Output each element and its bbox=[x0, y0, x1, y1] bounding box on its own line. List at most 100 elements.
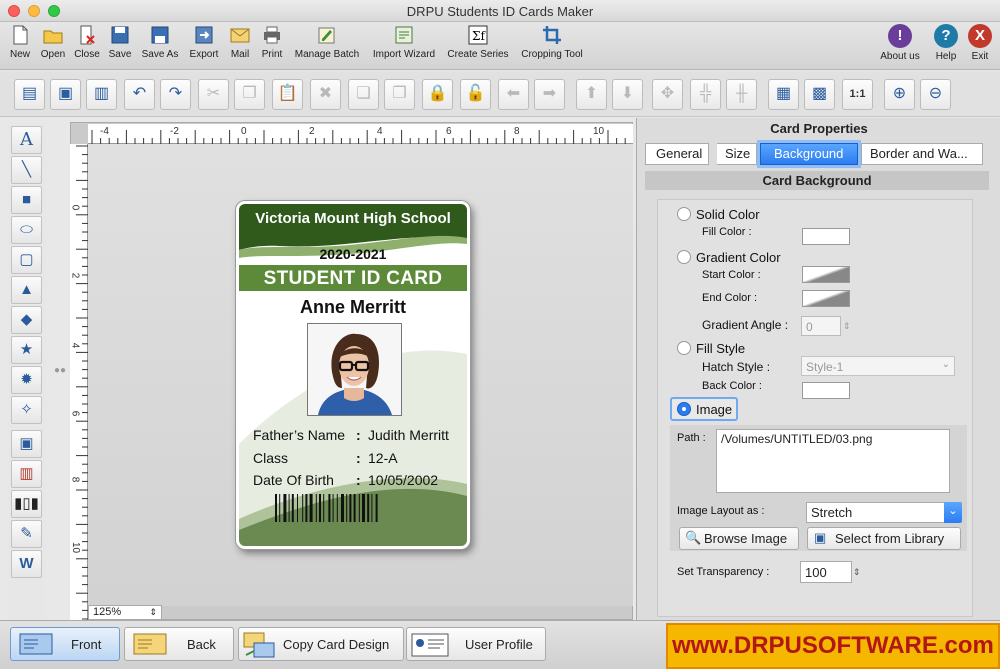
tab-background[interactable]: Background bbox=[760, 143, 858, 165]
manage-batch-button[interactable]: Manage Batch bbox=[290, 24, 364, 60]
tab-border-and-watermark[interactable]: Border and Wa... bbox=[861, 143, 983, 165]
grid-icon: ▦ bbox=[775, 85, 792, 102]
ruler-label: 10 bbox=[593, 126, 605, 137]
create-series-button[interactable]: Σf Create Series bbox=[444, 24, 512, 60]
school-name: Victoria Mount High School bbox=[255, 210, 451, 227]
stepper-icon[interactable]: ⇕ bbox=[843, 316, 855, 336]
signature-tool[interactable]: ✎ bbox=[11, 520, 42, 548]
picture-icon: ▣ bbox=[19, 435, 34, 452]
library-tool[interactable]: ▥ bbox=[11, 460, 42, 488]
redo-button[interactable]: ↷ bbox=[160, 79, 191, 110]
transparency-input[interactable]: 100 bbox=[800, 561, 852, 583]
center-horizontal-button[interactable]: ╫ bbox=[726, 79, 757, 110]
ellipse-tool[interactable]: ⬭ bbox=[11, 216, 42, 244]
properties-button[interactable]: ▤ bbox=[14, 79, 45, 110]
manage-batch-icon bbox=[318, 27, 335, 44]
print-button[interactable]: Print bbox=[258, 24, 286, 60]
rectangle-tool[interactable]: ■ bbox=[11, 186, 42, 214]
burst-icon: ✹ bbox=[20, 371, 33, 388]
star-tool[interactable]: ★ bbox=[11, 336, 42, 364]
undo-button[interactable]: ↶ bbox=[124, 79, 155, 110]
film-button[interactable]: ▩ bbox=[804, 79, 835, 110]
bring-front-button[interactable]: ❏ bbox=[348, 79, 379, 110]
image-radio[interactable] bbox=[677, 402, 691, 416]
text-tool[interactable]: A bbox=[11, 126, 42, 154]
zoom-selector[interactable]: 125% ⇕ bbox=[88, 605, 162, 620]
field-separator: : bbox=[356, 427, 361, 443]
student-photo[interactable] bbox=[307, 323, 402, 416]
splitter-handle[interactable]: ●● bbox=[54, 365, 68, 376]
arrow-down-icon: ⬇ bbox=[620, 85, 635, 102]
tab-size[interactable]: Size bbox=[717, 143, 757, 165]
barcode[interactable] bbox=[273, 494, 433, 522]
watermark-tool[interactable]: W bbox=[11, 550, 42, 578]
burst-tool[interactable]: ✹ bbox=[11, 366, 42, 394]
move-down-button[interactable]: ⬇ bbox=[612, 79, 643, 110]
printer-icon bbox=[264, 26, 280, 44]
picture-tool[interactable]: ▣ bbox=[11, 430, 42, 458]
id-card[interactable]: Victoria Mount High School 2020-2021 STU… bbox=[236, 201, 470, 549]
user-profile-button[interactable]: User Profile bbox=[406, 627, 546, 661]
import-wizard-button[interactable]: Import Wizard bbox=[368, 24, 440, 60]
rounded-rect-tool[interactable]: ▢ bbox=[11, 246, 42, 274]
image-path-field[interactable]: /Volumes/UNTITLED/03.png bbox=[716, 429, 950, 493]
line-tool[interactable]: ╲ bbox=[11, 156, 42, 184]
move-right-button[interactable]: ➡ bbox=[534, 79, 565, 110]
new-button[interactable]: New bbox=[7, 24, 33, 60]
hatch-style-select[interactable]: Style-1 ⌄ bbox=[801, 356, 955, 376]
back-button[interactable]: Back bbox=[124, 627, 234, 661]
back-color-swatch[interactable] bbox=[802, 382, 850, 399]
send-back-button[interactable]: ❐ bbox=[384, 79, 415, 110]
image-button[interactable]: ▣ bbox=[50, 79, 81, 110]
gradient-color-radio[interactable] bbox=[677, 250, 691, 264]
zoom-out-icon: ⊖ bbox=[928, 85, 943, 102]
move-left-button[interactable]: ⬅ bbox=[498, 79, 529, 110]
help-button[interactable]: ? Help bbox=[932, 24, 960, 62]
unlock-button[interactable]: 🔓 bbox=[460, 79, 491, 110]
save-button[interactable]: Save bbox=[106, 24, 134, 60]
barcode-tool[interactable]: ▮▯▮ bbox=[11, 490, 42, 518]
image-layout-select[interactable]: Stretch ⌄ bbox=[806, 502, 962, 523]
exit-button[interactable]: X Exit bbox=[966, 24, 994, 62]
paste-button[interactable]: 📋 bbox=[272, 79, 303, 110]
save-as-button[interactable]: Save As bbox=[138, 24, 182, 60]
cut-button[interactable]: ✂ bbox=[198, 79, 229, 110]
export-button[interactable]: Export bbox=[186, 24, 222, 60]
close-button[interactable]: Close bbox=[72, 24, 102, 60]
sparkle-tool[interactable]: ✧ bbox=[11, 396, 42, 424]
gradient-angle-input[interactable]: 0 bbox=[801, 316, 841, 336]
copy-card-design-button[interactable]: Copy Card Design bbox=[238, 627, 404, 661]
actual-size-button[interactable]: 1:1 bbox=[842, 79, 873, 110]
stepper-icon[interactable]: ⇕ bbox=[853, 562, 865, 582]
center-vertical-button[interactable]: ╬ bbox=[690, 79, 721, 110]
select-from-library-button[interactable]: ▣ Select from Library bbox=[807, 527, 961, 550]
brand-banner[interactable]: www.DRPUSOFTWARE.com bbox=[666, 623, 1000, 669]
copy-button[interactable]: ❐ bbox=[234, 79, 265, 110]
end-color-swatch[interactable] bbox=[802, 290, 850, 307]
triangle-tool[interactable]: ▲ bbox=[11, 276, 42, 304]
browse-image-button[interactable]: 🔍 Browse Image bbox=[679, 527, 799, 550]
delete-button[interactable]: ✖ bbox=[310, 79, 341, 110]
move-up-button[interactable]: ⬆ bbox=[576, 79, 607, 110]
center-button[interactable]: ✥ bbox=[652, 79, 683, 110]
about-us-button[interactable]: ! About us bbox=[876, 24, 924, 62]
mail-button[interactable]: Mail bbox=[226, 24, 254, 60]
grid-button[interactable]: ▦ bbox=[768, 79, 799, 110]
title-bar: DRPU Students ID Cards Maker bbox=[0, 0, 1000, 22]
fill-style-radio[interactable] bbox=[677, 341, 691, 355]
tab-general[interactable]: General bbox=[645, 143, 709, 165]
cropping-tool-button[interactable]: Cropping Tool bbox=[516, 24, 588, 60]
diamond-tool[interactable]: ◆ bbox=[11, 306, 42, 334]
zoom-in-button[interactable]: ⊕ bbox=[884, 79, 915, 110]
start-color-swatch[interactable] bbox=[802, 266, 850, 283]
solid-color-radio[interactable] bbox=[677, 207, 691, 221]
field-value: 12-A bbox=[368, 449, 398, 466]
gradient-color-label: Gradient Color bbox=[696, 250, 781, 265]
horizontal-ruler: -4 -2 0 2 4 6 8 10 bbox=[88, 124, 633, 144]
fill-color-swatch[interactable] bbox=[802, 228, 850, 245]
zoom-out-button[interactable]: ⊖ bbox=[920, 79, 951, 110]
lock-button[interactable]: 🔒 bbox=[422, 79, 453, 110]
open-button[interactable]: Open bbox=[38, 24, 68, 60]
front-button[interactable]: Front bbox=[10, 627, 120, 661]
insert-button[interactable]: ▥ bbox=[86, 79, 117, 110]
